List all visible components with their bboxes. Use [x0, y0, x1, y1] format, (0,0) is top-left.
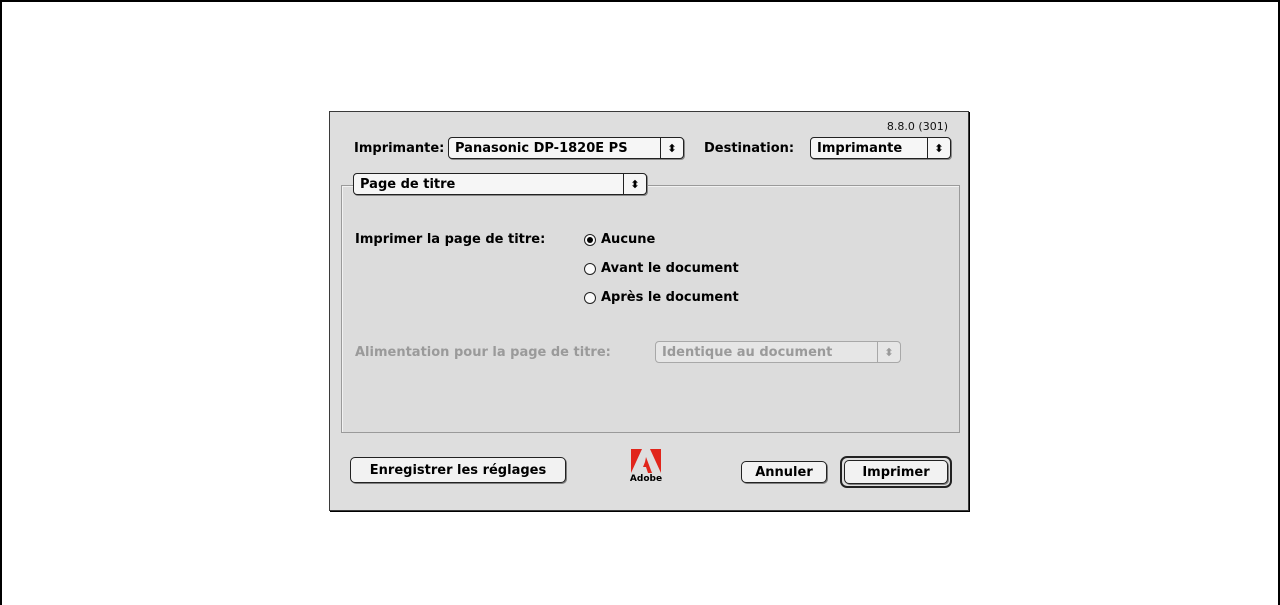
radio-selected-icon: [584, 233, 596, 246]
radio-none[interactable]: Aucune: [584, 232, 655, 247]
radio-after-label: Après le document: [601, 290, 739, 305]
print-dialog: 8.8.0 (301) Imprimante: Panasonic DP-182…: [329, 111, 969, 511]
paper-source-label: Alimentation pour la page de titre:: [355, 345, 611, 360]
panel-popup[interactable]: Page de titre ⬍: [353, 173, 647, 195]
panel-value: Page de titre: [360, 176, 456, 192]
print-button[interactable]: Imprimer: [844, 460, 948, 484]
radio-after[interactable]: Après le document: [584, 290, 739, 305]
version-label: 8.8.0 (301): [886, 120, 948, 133]
paper-source-popup[interactable]: Identique au document ⬍: [655, 341, 901, 363]
settings-group-box: [341, 185, 960, 433]
paper-source-value: Identique au document: [662, 344, 833, 360]
destination-popup[interactable]: Imprimante ⬍: [810, 137, 951, 159]
radio-unselected-icon: [584, 291, 596, 304]
radio-before-label: Avant le document: [601, 261, 739, 276]
up-down-arrows-icon: ⬍: [660, 138, 683, 158]
up-down-arrows-icon: ⬍: [927, 138, 950, 158]
adobe-logo-icon: [631, 449, 661, 473]
printer-label: Imprimante:: [354, 141, 445, 156]
save-settings-button[interactable]: Enregistrer les réglages: [350, 457, 566, 483]
up-down-arrows-icon: ⬍: [623, 174, 646, 194]
printer-popup[interactable]: Panasonic DP-1820E PS ⬍: [448, 137, 684, 159]
cover-page-label: Imprimer la page de titre:: [355, 232, 546, 247]
radio-before[interactable]: Avant le document: [584, 261, 739, 276]
up-down-arrows-icon: ⬍: [877, 342, 900, 362]
cancel-button[interactable]: Annuler: [741, 461, 827, 483]
default-button-ring: Imprimer: [840, 456, 952, 488]
radio-unselected-icon: [584, 262, 596, 275]
destination-value: Imprimante: [817, 140, 903, 156]
radio-none-label: Aucune: [601, 232, 656, 247]
printer-value: Panasonic DP-1820E PS: [455, 140, 628, 156]
destination-label: Destination:: [704, 141, 795, 156]
adobe-wordmark: Adobe: [629, 474, 663, 484]
adobe-logo: Adobe: [627, 449, 665, 487]
